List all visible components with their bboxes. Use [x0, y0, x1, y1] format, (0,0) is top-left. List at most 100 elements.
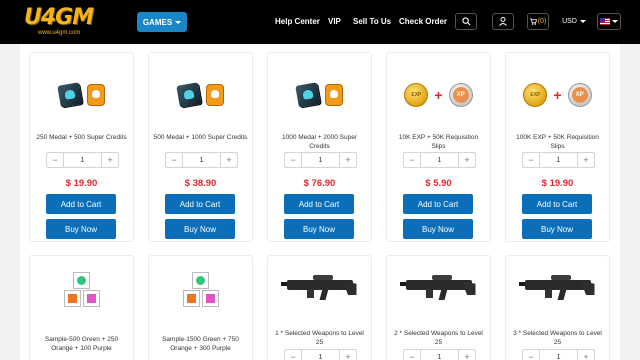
add-to-cart-button[interactable]: Add to Cart: [522, 194, 592, 214]
quantity-input[interactable]: 1: [420, 350, 459, 360]
increment-button[interactable]: +: [578, 153, 594, 167]
decrement-button[interactable]: −: [166, 153, 182, 167]
product-name: 500 Medal + 1000 Super Credits: [153, 134, 248, 141]
product-name: 2 * Selected Weapons to Level 25: [394, 330, 483, 346]
currency-selector[interactable]: USD: [560, 13, 588, 30]
buy-now-button[interactable]: Buy Now: [165, 219, 235, 239]
product-card: EXP + XP 10K EXP + 50K Requisition Slips…: [386, 52, 491, 242]
logo-subtext: www.u4gm.com: [38, 30, 81, 36]
increment-button[interactable]: +: [578, 350, 594, 360]
product-card: 1 * Selected Weapons to Level 25 − 1 +: [267, 255, 372, 360]
quantity-input[interactable]: 1: [301, 153, 340, 167]
search-button[interactable]: [455, 13, 477, 30]
weapon-icon: [280, 272, 359, 304]
decrement-button[interactable]: −: [523, 153, 539, 167]
product-image: EXP + XP: [506, 75, 609, 115]
product-image: [149, 268, 252, 312]
decrement-button[interactable]: −: [404, 350, 420, 360]
product-image: [149, 75, 252, 115]
product-card: 2 * Selected Weapons to Level 25 − 1 +: [386, 255, 491, 360]
chevron-down-icon: [175, 20, 182, 24]
product-price: $ 38.90: [184, 178, 217, 189]
cart-count: (0): [537, 18, 547, 25]
chevron-down-icon: [612, 20, 618, 23]
product-image: [30, 75, 133, 115]
super-credits-icon: [294, 82, 321, 108]
quantity-input[interactable]: 1: [539, 153, 578, 167]
chevron-down-icon: [579, 20, 586, 23]
decrement-button[interactable]: −: [523, 350, 539, 360]
quantity-stepper: − 1 +: [403, 152, 476, 168]
search-icon: [461, 17, 470, 26]
logo-text: U4GM: [24, 5, 94, 30]
product-card: 500 Medal + 1000 Super Credits − 1 + $ 3…: [148, 52, 253, 242]
weapon-icon: [518, 272, 597, 304]
cart-button[interactable]: (0): [527, 13, 549, 30]
product-card: Sample-1500 Green + 750 Orange + 300 Pur…: [148, 255, 253, 360]
account-button[interactable]: [492, 13, 514, 30]
decrement-button[interactable]: −: [285, 153, 301, 167]
quantity-stepper: − 1 +: [522, 152, 595, 168]
product-name: Sample-1500 Green + 750 Orange + 300 Pur…: [162, 336, 239, 352]
quantity-input[interactable]: 1: [63, 153, 102, 167]
product-price: $ 5.90: [425, 178, 452, 189]
buy-now-button[interactable]: Buy Now: [284, 219, 354, 239]
decrement-button[interactable]: −: [404, 153, 420, 167]
quantity-stepper: − 1 +: [284, 349, 357, 360]
quantity-input[interactable]: 1: [420, 153, 459, 167]
decrement-button[interactable]: −: [285, 350, 301, 360]
add-to-cart-button[interactable]: Add to Cart: [403, 194, 473, 214]
language-selector[interactable]: [597, 13, 621, 30]
site-header: U4GM www.u4gm.com GAMES Help Center VIP …: [0, 0, 640, 44]
buy-now-button[interactable]: Buy Now: [46, 219, 116, 239]
weapon-icon: [399, 272, 478, 304]
nav-help-center[interactable]: Help Center: [275, 16, 320, 27]
medal-icon: [86, 84, 105, 106]
increment-button[interactable]: +: [340, 153, 356, 167]
product-card: EXP + XP 100K EXP + 50K Requisition Slip…: [505, 52, 610, 242]
nav-vip[interactable]: VIP: [328, 16, 341, 27]
product-card: 1000 Medal + 2000 Super Credits − 1 + $ …: [267, 52, 372, 242]
super-credits-icon: [175, 82, 202, 108]
buy-now-button[interactable]: Buy Now: [522, 219, 592, 239]
material-cubes-icon: [181, 270, 221, 310]
increment-button[interactable]: +: [102, 153, 118, 167]
nav-check-order[interactable]: Check Order: [399, 16, 447, 27]
quantity-stepper: − 1 +: [522, 349, 595, 360]
product-card: 250 Medal + 500 Super Credits − 1 + $ 19…: [29, 52, 134, 242]
quantity-input[interactable]: 1: [539, 350, 578, 360]
site-logo[interactable]: U4GM www.u4gm.com: [24, 6, 104, 38]
product-price: $ 76.90: [303, 178, 336, 189]
product-name: 1000 Medal + 2000 Super Credits: [282, 134, 357, 150]
add-to-cart-button[interactable]: Add to Cart: [46, 194, 116, 214]
quantity-input[interactable]: 1: [182, 153, 221, 167]
quantity-stepper: − 1 +: [46, 152, 119, 168]
product-image: EXP + XP: [387, 75, 490, 115]
quantity-stepper: − 1 +: [284, 152, 357, 168]
add-to-cart-button[interactable]: Add to Cart: [284, 194, 354, 214]
product-image: [268, 75, 371, 115]
buy-now-button[interactable]: Buy Now: [403, 219, 473, 239]
quantity-input[interactable]: 1: [301, 350, 340, 360]
product-card: 3 * Selected Weapons to Level 25 − 1 +: [505, 255, 610, 360]
decrement-button[interactable]: −: [47, 153, 63, 167]
exp-coin-icon: EXP: [523, 83, 548, 107]
xp-coin-icon: XP: [567, 83, 592, 107]
nav-sell-to-us[interactable]: Sell To Us: [353, 16, 391, 27]
xp-coin-icon: XP: [448, 83, 473, 107]
product-image: [30, 268, 133, 312]
plus-icon: +: [553, 87, 562, 103]
add-to-cart-button[interactable]: Add to Cart: [165, 194, 235, 214]
xp-label: XP: [571, 87, 588, 103]
product-name: 250 Medal + 500 Super Credits: [36, 134, 127, 141]
product-price: $ 19.90: [65, 178, 98, 189]
games-menu-button[interactable]: GAMES: [137, 12, 187, 32]
increment-button[interactable]: +: [459, 153, 475, 167]
exp-coin-icon: EXP: [404, 83, 429, 107]
increment-button[interactable]: +: [340, 350, 356, 360]
product-name: 1 * Selected Weapons to Level 25: [275, 330, 364, 346]
increment-button[interactable]: +: [221, 153, 237, 167]
quantity-stepper: − 1 +: [403, 349, 476, 360]
us-flag-icon: [600, 18, 610, 25]
increment-button[interactable]: +: [459, 350, 475, 360]
